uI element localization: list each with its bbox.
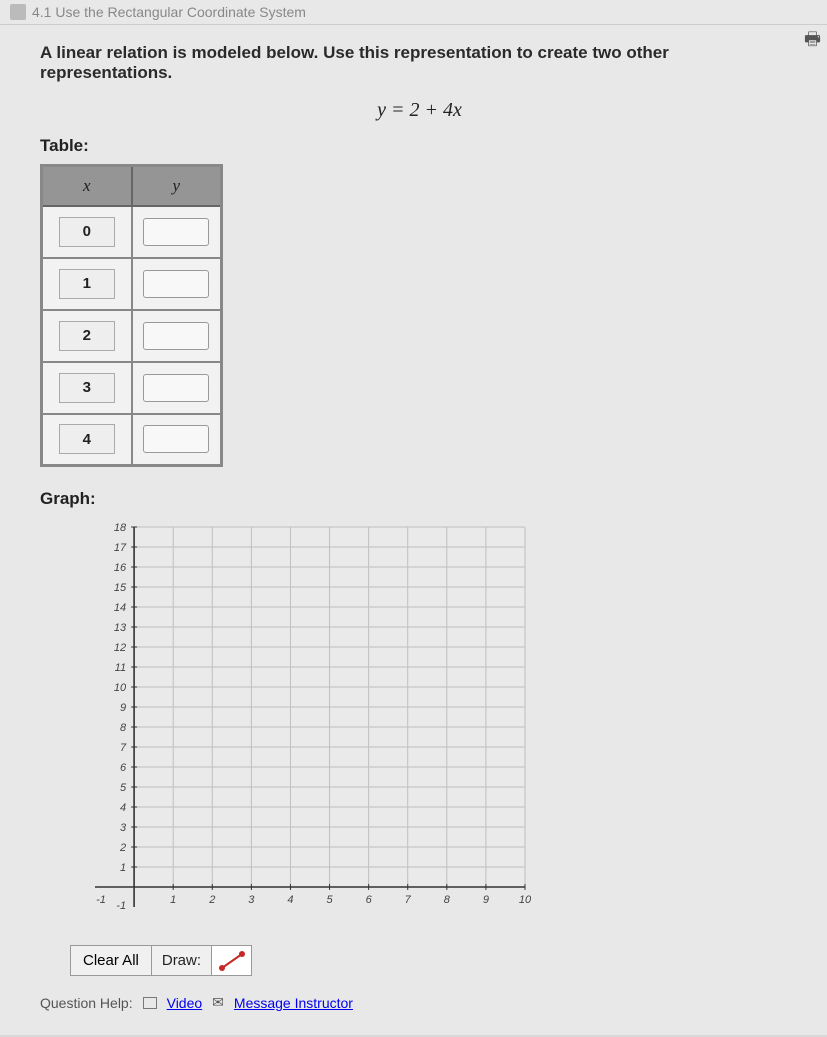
y-input-3[interactable] bbox=[143, 374, 209, 402]
x-header: x bbox=[42, 166, 132, 206]
svg-text:9: 9 bbox=[120, 702, 126, 714]
x-value-0: 0 bbox=[59, 217, 115, 247]
table-row: 4 bbox=[42, 414, 222, 466]
svg-text:15: 15 bbox=[114, 582, 127, 594]
svg-text:12: 12 bbox=[114, 642, 126, 654]
svg-text:13: 13 bbox=[114, 622, 127, 634]
question-content: 🖶 A linear relation is modeled below. Us… bbox=[0, 25, 827, 1035]
svg-text:-1: -1 bbox=[96, 894, 106, 906]
draw-label: Draw: bbox=[152, 945, 212, 976]
svg-text:4: 4 bbox=[287, 894, 293, 906]
breadcrumb-text: 4.1 Use the Rectangular Coordinate Syste… bbox=[32, 4, 306, 20]
svg-text:10: 10 bbox=[114, 682, 127, 694]
line-tool-button[interactable] bbox=[212, 945, 252, 976]
table-label: Table: bbox=[40, 136, 799, 156]
x-value-3: 3 bbox=[59, 373, 115, 403]
line-tool-icon bbox=[218, 950, 246, 972]
svg-text:2: 2 bbox=[119, 842, 126, 854]
question-help-label: Question Help: bbox=[40, 995, 133, 1011]
svg-text:6: 6 bbox=[366, 894, 373, 906]
book-icon bbox=[10, 4, 26, 20]
equation-display: y = 2 + 4x bbox=[40, 99, 799, 122]
y-header: y bbox=[132, 166, 222, 206]
coordinate-grid[interactable]: 12345678910123456789101112131415161718-1… bbox=[40, 517, 540, 937]
clear-all-button[interactable]: Clear All bbox=[70, 945, 152, 976]
envelope-icon: ✉ bbox=[212, 994, 224, 1011]
svg-text:5: 5 bbox=[326, 894, 333, 906]
y-input-1[interactable] bbox=[143, 270, 209, 298]
x-value-4: 4 bbox=[59, 424, 115, 454]
table-row: 1 bbox=[42, 258, 222, 310]
print-icon[interactable]: 🖶 bbox=[804, 27, 821, 57]
svg-text:1: 1 bbox=[120, 862, 126, 874]
instruction-text: A linear relation is modeled below. Use … bbox=[40, 43, 799, 83]
svg-text:17: 17 bbox=[114, 542, 127, 554]
svg-text:9: 9 bbox=[483, 894, 489, 906]
x-value-2: 2 bbox=[59, 321, 115, 351]
table-row: 0 bbox=[42, 206, 222, 258]
table-row: 3 bbox=[42, 362, 222, 414]
svg-text:5: 5 bbox=[120, 782, 127, 794]
y-input-2[interactable] bbox=[143, 322, 209, 350]
xy-table: x y 0 1 2 3 4 bbox=[40, 164, 223, 467]
svg-text:16: 16 bbox=[114, 562, 127, 574]
svg-text:7: 7 bbox=[120, 742, 127, 754]
y-input-4[interactable] bbox=[143, 425, 209, 453]
svg-text:3: 3 bbox=[120, 822, 127, 834]
y-input-0[interactable] bbox=[143, 218, 209, 246]
svg-text:2: 2 bbox=[208, 894, 215, 906]
video-link[interactable]: Video bbox=[167, 995, 203, 1011]
svg-text:8: 8 bbox=[444, 894, 451, 906]
video-icon bbox=[143, 997, 157, 1009]
svg-text:6: 6 bbox=[120, 762, 127, 774]
svg-text:8: 8 bbox=[120, 722, 127, 734]
graph-area[interactable]: 12345678910123456789101112131415161718-1… bbox=[40, 517, 799, 937]
svg-text:1: 1 bbox=[170, 894, 176, 906]
graph-toolbar: Clear All Draw: bbox=[70, 945, 799, 976]
graph-label: Graph: bbox=[40, 489, 799, 509]
svg-text:3: 3 bbox=[248, 894, 255, 906]
svg-text:7: 7 bbox=[405, 894, 412, 906]
message-instructor-link[interactable]: Message Instructor bbox=[234, 995, 353, 1011]
svg-text:11: 11 bbox=[115, 662, 126, 674]
svg-text:-1: -1 bbox=[116, 900, 126, 912]
svg-text:4: 4 bbox=[120, 802, 126, 814]
breadcrumb: 4.1 Use the Rectangular Coordinate Syste… bbox=[0, 0, 827, 25]
question-help-row: Question Help: Video ✉ Message Instructo… bbox=[40, 994, 799, 1011]
table-row: 2 bbox=[42, 310, 222, 362]
svg-text:10: 10 bbox=[519, 894, 532, 906]
svg-text:18: 18 bbox=[114, 522, 127, 534]
svg-text:14: 14 bbox=[114, 602, 126, 614]
x-value-1: 1 bbox=[59, 269, 115, 299]
